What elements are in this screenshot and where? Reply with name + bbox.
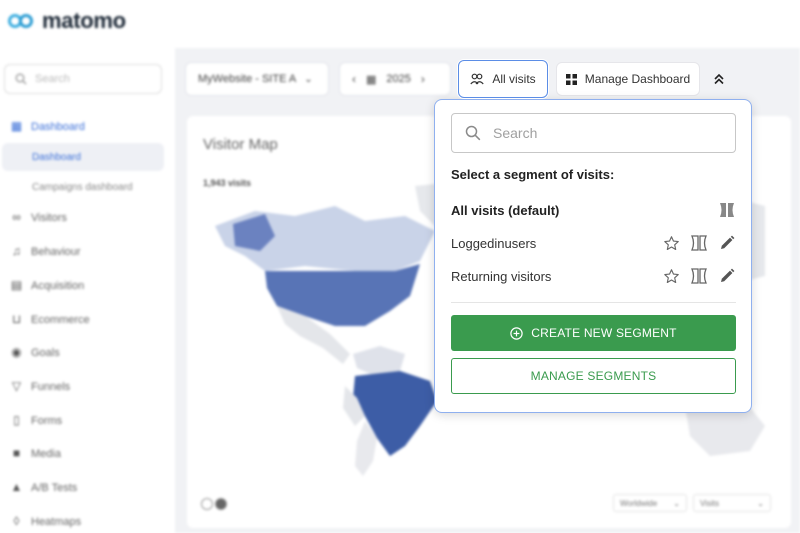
- segment-list-heading: Select a segment of visits:: [451, 167, 615, 182]
- metric-select-value: Visits: [700, 498, 719, 508]
- sidebar-item-acquisition[interactable]: ▤ Acquisition: [10, 279, 84, 292]
- edit-pencil-icon[interactable]: [718, 267, 736, 285]
- grid-icon: ▦: [10, 119, 23, 133]
- funnel-icon: ▽: [11, 379, 22, 393]
- sidebar-item-dashboard[interactable]: ▦ Dashboard: [10, 120, 85, 133]
- sidebar-item-forms[interactable]: ▯ Forms: [10, 414, 62, 427]
- region-select-value: Worldwide: [620, 498, 658, 508]
- sidebar-item-label: Goals: [31, 346, 60, 359]
- sidebar-item-label: Heatmaps: [31, 515, 82, 528]
- chevron-down-icon: ⌄: [304, 73, 313, 85]
- search-icon: [15, 73, 27, 85]
- matomo-logo-icon: [8, 10, 36, 32]
- sidebar-item-label: Ecommerce: [31, 313, 90, 326]
- zoom-out-icon[interactable]: [201, 498, 213, 510]
- segment-name: Returning visitors: [451, 268, 552, 284]
- sidebar-subitem-dashboard[interactable]: Dashboard: [2, 143, 164, 171]
- segment-name: All visits (default): [451, 202, 560, 218]
- compare-icon[interactable]: [690, 267, 708, 285]
- segment-actions: [718, 201, 736, 219]
- star-icon[interactable]: [662, 267, 680, 285]
- users-icon: [470, 73, 484, 85]
- compare-icon[interactable]: [718, 201, 736, 219]
- calendar-icon: ▦: [366, 73, 377, 86]
- site-selector-label: MyWebsite - SITE A: [198, 73, 297, 85]
- metric-select[interactable]: Visits ⌄: [693, 494, 771, 512]
- manage-dashboard-button[interactable]: Manage Dashboard: [556, 62, 700, 96]
- segment-name: Loggedinusers: [451, 235, 537, 251]
- flask-icon: ▲: [10, 480, 23, 494]
- sidebar-item-label: Visitors: [31, 211, 67, 224]
- manage-segments-button[interactable]: MANAGE SEGMENTS: [451, 358, 736, 394]
- plus-circle-icon: [510, 326, 523, 340]
- grid-icon: [565, 73, 577, 85]
- cart-icon: ⊔: [11, 312, 22, 326]
- clipboard-icon: ▯: [13, 413, 20, 427]
- chevron-right-icon[interactable]: ›: [421, 72, 425, 86]
- period-selector[interactable]: ‹ ▦ 2025 ›: [339, 62, 451, 96]
- glasses-icon: ∞: [12, 210, 21, 224]
- sidebar-item-ecommerce[interactable]: ⊔ Ecommerce: [10, 313, 90, 326]
- sidebar-subitem-label: Dashboard: [32, 151, 81, 163]
- period-label: 2025: [386, 73, 411, 85]
- chevron-down-icon: ⌄: [757, 498, 764, 508]
- sidebar-item-label: Funnels: [31, 380, 71, 393]
- create-segment-label: CREATE NEW SEGMENT: [531, 326, 677, 340]
- sidebar-subitem-campaigns-dashboard[interactable]: Campaigns dashboard: [2, 173, 164, 201]
- star-icon[interactable]: [662, 234, 680, 252]
- sidebar-item-label: Acquisition: [31, 279, 85, 292]
- sidebar-item-label: Media: [31, 447, 61, 460]
- double-chevron-up-icon: [714, 73, 724, 85]
- chevron-left-icon[interactable]: ‹: [352, 72, 356, 86]
- map-zoom-controls[interactable]: [201, 498, 227, 510]
- sidebar-item-label: A/B Tests: [31, 481, 78, 494]
- logo-text: matomo: [42, 8, 126, 33]
- edit-pencil-icon[interactable]: [718, 234, 736, 252]
- sidebar-item-media[interactable]: ■ Media: [10, 447, 61, 460]
- sidebar-search-placeholder: Search: [35, 73, 70, 85]
- segment-selector-button[interactable]: All visits: [458, 60, 548, 98]
- region-select[interactable]: Worldwide ⌄: [613, 494, 687, 512]
- sidebar-item-label: Behaviour: [31, 245, 81, 258]
- manage-segments-label: MANAGE SEGMENTS: [530, 369, 657, 383]
- sidebar-item-funnels[interactable]: ▽ Funnels: [10, 380, 70, 393]
- sidebar-item-goals[interactable]: ◉ Goals: [10, 346, 60, 359]
- compare-icon[interactable]: [690, 234, 708, 252]
- segment-search-input[interactable]: [493, 125, 713, 141]
- create-new-segment-button[interactable]: CREATE NEW SEGMENT: [451, 315, 736, 351]
- segment-item-all-visits[interactable]: All visits (default): [451, 198, 736, 222]
- segment-actions: [662, 267, 736, 285]
- search-icon: [465, 125, 481, 141]
- dropdown-divider: [451, 302, 736, 303]
- collapse-toolbar-button[interactable]: [708, 66, 730, 92]
- manage-dashboard-label: Manage Dashboard: [584, 72, 691, 86]
- sidebar-subitem-label: Campaigns dashboard: [32, 181, 133, 193]
- sidebar-item-heatmaps[interactable]: ◊ Heatmaps: [10, 514, 82, 528]
- box-icon: ▤: [10, 278, 23, 292]
- topbar: matomo: [0, 0, 800, 48]
- widget-title: Visitor Map: [203, 136, 278, 153]
- chevron-down-icon: ⌄: [673, 498, 680, 508]
- zoom-reset-icon[interactable]: [215, 498, 227, 510]
- segment-item-loggedinusers[interactable]: Loggedinusers: [451, 231, 736, 255]
- segment-button-label: All visits: [492, 72, 536, 86]
- segment-item-returning-visitors[interactable]: Returning visitors: [451, 264, 736, 288]
- segment-actions: [662, 234, 736, 252]
- media-icon: ■: [12, 446, 21, 460]
- sidebar-item-behaviour[interactable]: ♫ Behaviour: [10, 245, 81, 258]
- sidebar-item-label: Forms: [31, 414, 63, 427]
- sidebar-item-label: Dashboard: [31, 120, 85, 133]
- target-icon: ◉: [11, 345, 22, 359]
- sidebar-item-ab-tests[interactable]: ▲ A/B Tests: [10, 480, 78, 494]
- flame-icon: ◊: [13, 514, 20, 528]
- bell-icon: ♫: [12, 244, 21, 258]
- sidebar: Search ▦ Dashboard Dashboard Campaigns d…: [0, 48, 175, 533]
- segment-dropdown: Select a segment of visits: All visits (…: [434, 99, 752, 413]
- site-selector[interactable]: MyWebsite - SITE A ⌄: [185, 62, 329, 96]
- matomo-logo[interactable]: matomo: [8, 8, 126, 34]
- sidebar-search-input[interactable]: Search: [4, 64, 162, 94]
- sidebar-item-visitors[interactable]: ∞ Visitors: [10, 211, 67, 224]
- segment-search-field[interactable]: [451, 113, 736, 153]
